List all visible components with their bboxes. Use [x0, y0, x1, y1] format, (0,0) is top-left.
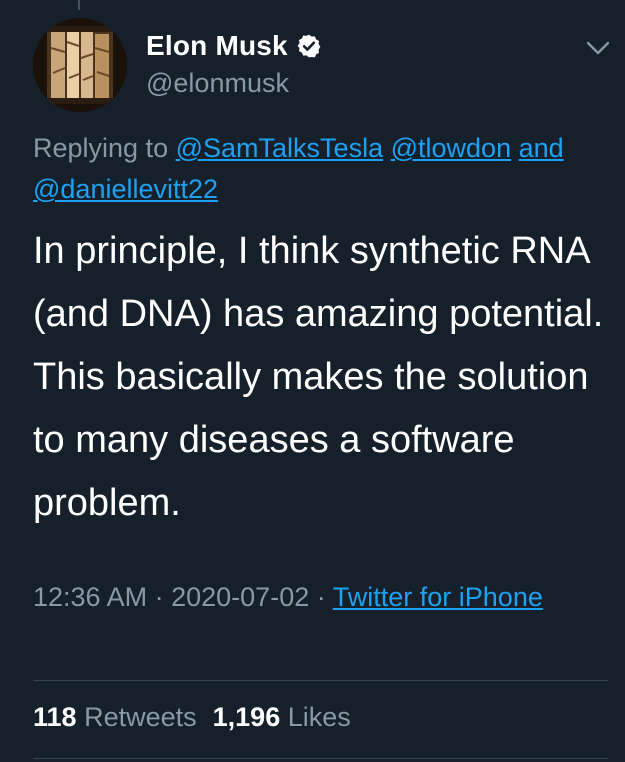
tweet-metadata: 12:36 AM · 2020-07-02 · Twitter for iPho…	[33, 577, 603, 617]
engagement-stats: 118 Retweets 1,196 Likes	[33, 702, 351, 733]
mention-link-tlowdon[interactable]: @tlowdon	[391, 133, 511, 163]
avatar[interactable]	[33, 18, 127, 112]
meta-separator: ·	[154, 582, 164, 612]
tweet-date[interactable]: 2020-07-02	[171, 582, 309, 612]
tweet-time[interactable]: 12:36 AM	[33, 582, 147, 612]
avatar-image	[33, 18, 127, 112]
divider	[33, 758, 608, 759]
thread-connector-line	[78, 0, 80, 10]
mention-conjunction: and	[518, 133, 564, 163]
retweets-label: Retweets	[84, 702, 197, 732]
retweets-count: 118	[33, 702, 77, 732]
likes-label: Likes	[287, 702, 351, 732]
verified-badge-icon	[297, 34, 321, 58]
meta-separator: ·	[316, 582, 326, 612]
author-handle[interactable]: @elonmusk	[146, 68, 289, 99]
tweet-source-link[interactable]: Twitter for iPhone	[333, 582, 543, 612]
replying-to-label: Replying to	[33, 133, 169, 163]
tweet-text: In principle, I think synthetic RNA (and…	[33, 230, 604, 524]
divider	[33, 680, 608, 681]
mention-link-daniellevitt22[interactable]: @daniellevitt22	[33, 174, 218, 204]
likes-count: 1,196	[212, 702, 281, 732]
replying-to-context: Replying to @SamTalksTesla @tlowdon and …	[33, 128, 603, 210]
likes-stat[interactable]: 1,196 Likes	[213, 702, 351, 733]
author-name-row[interactable]: Elon Musk	[146, 30, 322, 62]
retweets-stat[interactable]: 118 Retweets	[33, 702, 197, 733]
mention-link-samtalkstesla[interactable]: @SamTalksTesla	[176, 133, 383, 163]
author-display-name[interactable]: Elon Musk	[146, 30, 288, 62]
chevron-down-icon[interactable]	[583, 36, 613, 60]
